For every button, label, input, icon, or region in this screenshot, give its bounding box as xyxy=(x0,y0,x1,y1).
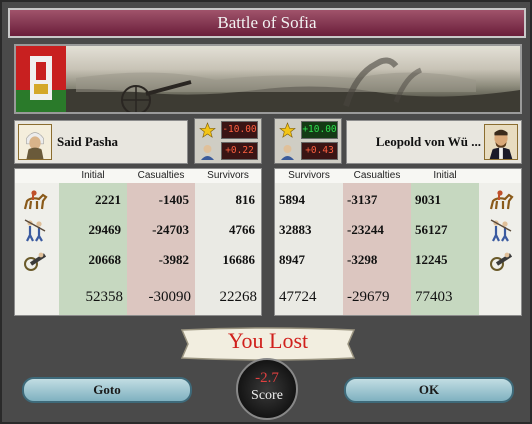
header-initial: Initial xyxy=(433,170,457,181)
battle-result-text: You Lost xyxy=(227,328,309,353)
header-survivors: Survivors xyxy=(207,170,249,181)
cavalry-initial: 2221 xyxy=(95,192,121,207)
cavalry-survivors: 5894 xyxy=(279,192,305,207)
star-icon xyxy=(199,122,216,138)
attacker-casualty-table: Initial Casualties Survivors 2221 -1405 … xyxy=(14,168,262,316)
cavalry-icon xyxy=(23,190,48,210)
artillery-survivors: 16686 xyxy=(222,252,256,267)
infantry-icon xyxy=(490,219,512,242)
header-initial: Initial xyxy=(81,170,105,181)
attacker-morale-modifier: +0.22 xyxy=(221,142,258,160)
header-survivors: Survivors xyxy=(288,170,330,181)
attacker-modifiers: -10.00 +0.22 xyxy=(194,118,262,164)
battle-banner xyxy=(14,44,522,114)
defender-commander-card[interactable]: Leopold von Wü ... xyxy=(346,120,522,164)
battlefield-illustration xyxy=(16,57,520,112)
morale-icon xyxy=(201,145,214,160)
cavalry-survivors: 816 xyxy=(235,192,256,207)
austria-flag-icon xyxy=(16,46,66,112)
artillery-survivors: 8947 xyxy=(279,252,305,267)
window-title: Battle of Sofia xyxy=(8,8,526,38)
commander-portrait-avatar xyxy=(484,124,518,160)
battle-window: Battle of Sofia Said Pasha -10.00 +0.22 … xyxy=(0,0,532,424)
morale-icon xyxy=(281,145,294,160)
total-initial: 77403 xyxy=(415,289,453,305)
artillery-initial: 12245 xyxy=(415,252,448,267)
commander-portrait-avatar xyxy=(18,124,52,160)
header-casualties: Casualties xyxy=(353,170,401,181)
total-casualties: -30090 xyxy=(148,289,192,305)
star-icon xyxy=(279,122,296,138)
attacker-commander-card[interactable]: Said Pasha xyxy=(14,120,188,164)
cavalry-icon xyxy=(489,190,514,210)
goto-button[interactable]: Goto xyxy=(22,377,192,403)
cavalry-initial: 9031 xyxy=(415,192,441,207)
total-survivors: 47724 xyxy=(279,289,317,305)
artillery-icon xyxy=(24,252,47,271)
artillery-icon xyxy=(490,252,513,271)
header-casualties: Casualties xyxy=(137,170,185,181)
total-initial: 52358 xyxy=(85,289,124,305)
infantry-survivors: 4766 xyxy=(229,222,255,237)
infantry-survivors: 32883 xyxy=(279,222,312,237)
total-survivors: 22268 xyxy=(219,289,258,305)
defender-modifiers: +10.00 +0.43 xyxy=(274,118,342,164)
infantry-initial: 56127 xyxy=(415,222,448,237)
infantry-casualties: -24703 xyxy=(152,222,189,237)
infantry-casualties: -23244 xyxy=(347,222,384,237)
artillery-casualties: -3298 xyxy=(347,252,378,267)
defender-commander-name: Leopold von Wü ... xyxy=(375,134,481,149)
defender-morale-modifier: +0.43 xyxy=(301,142,338,160)
attacker-commander-name: Said Pasha xyxy=(57,134,119,149)
defender-general-modifier: +10.00 xyxy=(301,121,338,139)
score-value: -2.7 xyxy=(255,370,279,386)
score-medallion: -2.7 Score xyxy=(236,358,298,420)
score-label: Score xyxy=(251,388,283,403)
total-casualties: -29679 xyxy=(347,289,390,305)
artillery-casualties: -3982 xyxy=(158,252,189,267)
cavalry-casualties: -1405 xyxy=(158,192,189,207)
defender-casualty-table: Survivors Casualties Initial 5894 -3137 … xyxy=(274,168,522,316)
attacker-general-modifier: -10.00 xyxy=(221,121,258,139)
artillery-initial: 20668 xyxy=(88,252,122,267)
infantry-initial: 29469 xyxy=(88,222,122,237)
cavalry-casualties: -3137 xyxy=(347,192,378,207)
infantry-icon xyxy=(24,219,46,242)
ok-button[interactable]: OK xyxy=(344,377,514,403)
